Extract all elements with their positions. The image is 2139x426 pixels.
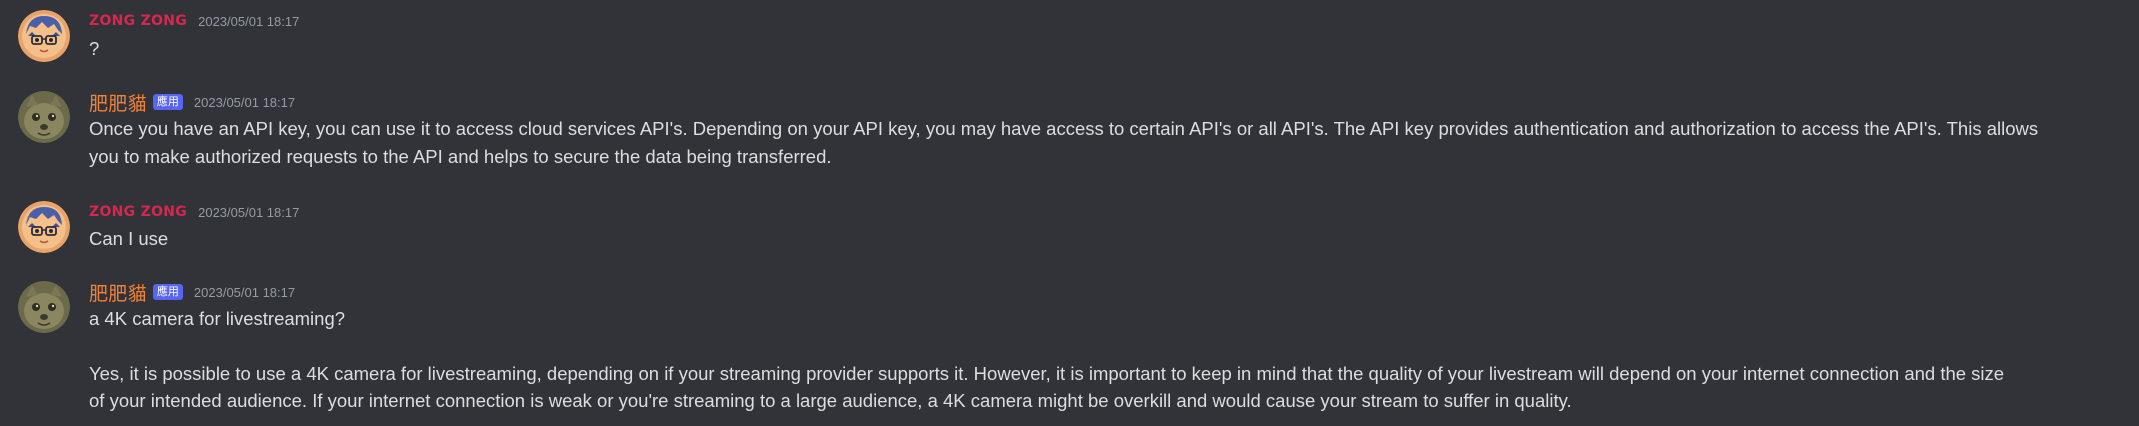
- message-text: you to make authorized requests to the A…: [89, 145, 832, 167]
- message-text: of your intended audience. If your inter…: [89, 390, 1572, 411]
- timestamp: 2023/05/01 18:17: [193, 284, 296, 300]
- message-text: Yes, it is possible to use a 4K camera f…: [89, 362, 2005, 384]
- app-badge: 應用: [152, 284, 183, 300]
- message-content: ?: [89, 35, 2109, 63]
- username[interactable]: ZONG ZONG: [89, 13, 187, 29]
- message-text: Can I use: [89, 228, 169, 249]
- anime-avatar-icon[interactable]: [18, 10, 70, 62]
- message-header: 肥肥貓 應用 2023/05/01 18:17: [89, 279, 296, 306]
- message-content: Can I use: [89, 225, 2109, 253]
- username[interactable]: 肥肥貓: [89, 279, 147, 306]
- timestamp: 2023/05/01 18:17: [198, 204, 300, 220]
- message-header: ZONG ZONG 2023/05/01 18:17: [89, 201, 299, 223]
- cat-avatar-icon[interactable]: [18, 91, 70, 143]
- app-badge: 應用: [152, 94, 183, 110]
- message-content: a 4K camera for livestreaming? Yes, it i…: [89, 305, 2109, 415]
- message-header: 肥肥貓 應用 2023/05/01 18:17: [89, 89, 296, 116]
- message-header: ZONG ZONG 2023/05/01 18:17: [89, 10, 299, 32]
- message-text: a 4K camera for livestreaming?: [89, 308, 346, 329]
- timestamp: 2023/05/01 18:17: [193, 94, 296, 110]
- timestamp: 2023/05/01 18:17: [198, 13, 300, 29]
- message-text: ?: [89, 38, 100, 59]
- username[interactable]: 肥肥貓: [89, 89, 147, 116]
- cat-avatar-icon[interactable]: [18, 281, 70, 333]
- anime-avatar-icon[interactable]: [18, 201, 70, 253]
- message-text: Once you have an API key, you can use it…: [89, 118, 2039, 139]
- username[interactable]: ZONG ZONG: [89, 204, 187, 220]
- message-content: Once you have an API key, you can use it…: [89, 115, 2109, 170]
